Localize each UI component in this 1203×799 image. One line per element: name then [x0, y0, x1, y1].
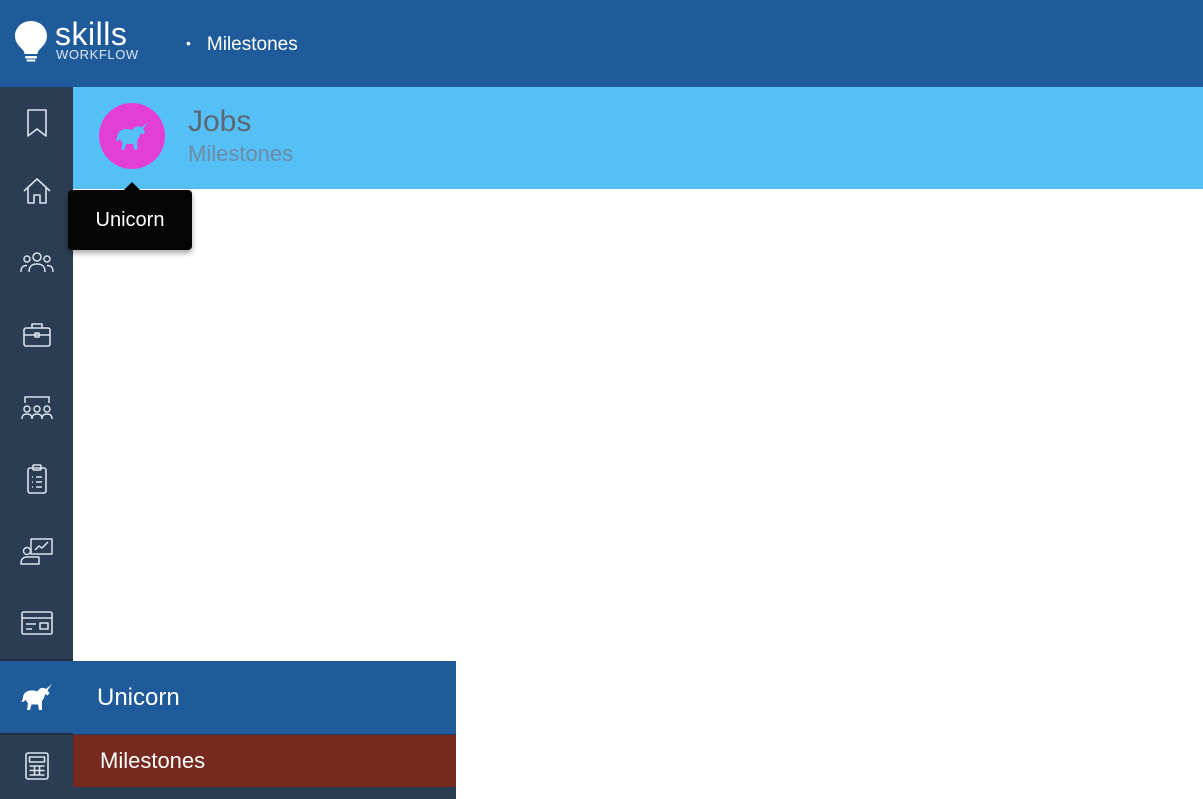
page-subtitle: Milestones — [188, 141, 294, 166]
lightbulb-icon — [15, 21, 47, 62]
nav-item-people[interactable] — [0, 227, 73, 299]
nav-item-home[interactable] — [0, 155, 73, 227]
module-avatar[interactable] — [99, 103, 165, 169]
unicorn-icon — [115, 122, 148, 150]
nav-item-teams[interactable] — [0, 371, 73, 443]
breadcrumb-separator: • — [186, 35, 191, 51]
unicorn-icon — [21, 684, 52, 710]
left-nav-rail — [0, 87, 73, 799]
breadcrumb: • Milestones — [186, 31, 298, 57]
nav-item-tasks[interactable] — [0, 443, 73, 515]
brand-tagline: WORKFLOW — [56, 47, 139, 62]
flyout-item-milestones[interactable]: Milestones — [73, 735, 456, 787]
avatar-tooltip: Unicorn — [68, 190, 192, 250]
nav-item-unicorn[interactable] — [0, 661, 73, 733]
app-logo[interactable]: skills WORKFLOW — [14, 18, 154, 68]
nav-item-reports[interactable] — [0, 515, 73, 587]
people-icon — [19, 252, 54, 273]
flyout-title: Unicorn — [73, 661, 456, 734]
nav-item-bookmarks[interactable] — [0, 87, 73, 159]
unicorn-flyout-menu: Unicorn Milestones — [73, 661, 456, 799]
brand-name: skills — [55, 16, 128, 52]
clipboard-list-icon — [26, 464, 47, 494]
home-icon — [22, 178, 51, 204]
calculator-icon — [24, 752, 49, 780]
tooltip-arrow — [124, 182, 140, 190]
id-card-icon — [20, 611, 53, 635]
top-bar: skills WORKFLOW • Milestones — [0, 0, 1203, 87]
nav-item-cards[interactable] — [0, 587, 73, 659]
team-meeting-icon — [20, 396, 53, 420]
nav-item-jobs[interactable] — [0, 299, 73, 371]
presentation-chart-icon — [19, 538, 53, 565]
nav-item-calculator[interactable] — [0, 733, 73, 799]
breadcrumb-current[interactable]: Milestones — [207, 34, 298, 55]
page-title: Jobs — [188, 105, 252, 138]
briefcase-icon — [22, 323, 51, 347]
page-header: Jobs Milestones — [73, 87, 1203, 189]
bookmark-icon — [26, 109, 47, 137]
